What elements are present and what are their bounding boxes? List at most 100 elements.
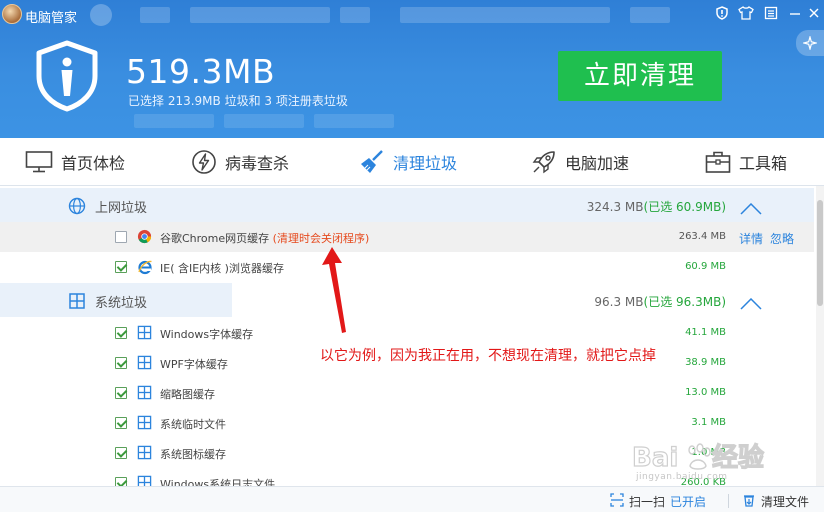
item-actions: 详情 忽略 — [739, 230, 801, 247]
item-checkbox[interactable] — [115, 357, 127, 369]
item-label: IE( 含IE内核 )浏览器缓存 — [160, 262, 284, 275]
chevron-up-icon[interactable] — [740, 200, 762, 219]
monitor-icon — [25, 150, 53, 174]
annotation-text: 以它为例，因为我正在用，不想现在清理，就把它点掉 — [320, 348, 656, 364]
scan-qr-icon — [610, 493, 624, 510]
item-checkbox[interactable] — [115, 447, 127, 459]
blurred-region — [400, 7, 610, 23]
item-warning: (清理时会关闭程序) — [272, 232, 370, 245]
group-selected-size: (已选 60.9MB) — [643, 200, 726, 214]
shield-logo-icon — [33, 40, 101, 116]
list-item-chrome-cache[interactable]: 谷歌Chrome网页缓存 (清理时会关闭程序) 263.4 MB 详情 忽略 — [0, 222, 814, 252]
group-system-junk[interactable]: 系统垃圾 96.3 MB(已选 96.3MB) — [0, 283, 814, 317]
app-title: 电脑管家 — [25, 11, 78, 26]
tab-clean-junk[interactable]: 清理垃圾 — [359, 138, 457, 186]
list-item-system-temp-files[interactable]: 系统临时文件 3.1 MB — [0, 408, 814, 438]
tab-label: 电脑加速 — [565, 154, 630, 173]
item-label: Windows系统日志文件 — [160, 478, 276, 486]
item-size: 263.4 MB — [678, 231, 726, 242]
svg-text:经验: 经验 — [712, 442, 764, 473]
item-size: 60.9 MB — [685, 261, 726, 272]
lightning-shield-icon — [191, 149, 217, 175]
item-checkbox[interactable] — [115, 231, 127, 243]
scan-label: 扫一扫 — [629, 495, 666, 509]
item-checkbox[interactable] — [115, 417, 127, 429]
item-name: 谷歌Chrome网页缓存 — [160, 232, 270, 245]
tab-virus-scan[interactable]: 病毒查杀 — [191, 138, 289, 186]
broom-icon — [359, 149, 385, 175]
tab-pc-speedup[interactable]: 电脑加速 — [531, 138, 629, 186]
item-label: 缩略图缓存 — [160, 388, 215, 401]
item-size: 3.1 MB — [691, 417, 726, 428]
blurred-region — [340, 7, 370, 23]
minimize-icon[interactable] — [786, 6, 804, 24]
blurred-region — [630, 7, 670, 23]
toolbox-icon — [705, 150, 731, 174]
item-size: 41.1 MB — [685, 327, 726, 338]
group-size: 96.3 MB(已选 96.3MB) — [594, 293, 726, 310]
svg-text:Bai: Bai — [632, 443, 678, 473]
group-web-junk[interactable]: 上网垃圾 324.3 MB(已选 60.9MB) — [0, 188, 814, 222]
item-label: 系统临时文件 — [160, 418, 226, 431]
windows-icon — [137, 445, 152, 464]
security-shield-icon[interactable] — [713, 6, 731, 24]
tab-label: 工具箱 — [739, 154, 788, 173]
blurred-region — [140, 7, 170, 23]
globe-icon — [68, 197, 86, 219]
clean-now-button[interactable]: 立即清理 — [558, 51, 722, 101]
scrollbar-thumb[interactable] — [817, 200, 823, 306]
chrome-icon — [137, 229, 152, 248]
item-checkbox[interactable] — [115, 387, 127, 399]
item-label: 谷歌Chrome网页缓存 (清理时会关闭程序) — [160, 230, 369, 246]
clean-file-icon — [742, 493, 756, 510]
item-label: WPF字体缓存 — [160, 358, 228, 371]
header: 电脑管家 519.3MB 已选择 213.9MB 垃圾和 3 项注册表垃圾 立即… — [0, 0, 824, 138]
scan-toggle[interactable]: 扫一扫 已开启 — [610, 493, 706, 510]
user-avatar[interactable] — [2, 4, 22, 24]
group-size: 324.3 MB(已选 60.9MB) — [587, 198, 726, 215]
title-bar: 电脑管家 — [0, 0, 824, 32]
junk-size-value: 519.3MB — [126, 52, 276, 91]
rocket-icon — [531, 149, 557, 175]
blurred-region — [190, 7, 330, 23]
windows-icon — [137, 475, 152, 486]
footer-divider — [728, 494, 729, 508]
sparkle-side-tab[interactable] — [796, 30, 824, 56]
tab-toolbox[interactable]: 工具箱 — [705, 138, 787, 186]
list-item-thumbnail-cache[interactable]: 缩略图缓存 13.0 MB — [0, 378, 814, 408]
blurred-region — [314, 114, 394, 128]
annotation-arrow-icon — [322, 247, 346, 333]
baidu-watermark-logo: Bai 经验 — [632, 441, 765, 473]
windows-icon — [137, 415, 152, 434]
skin-shirt-icon[interactable] — [737, 6, 755, 24]
group-label: 上网垃圾 — [95, 201, 148, 216]
details-link[interactable]: 详情 — [739, 232, 763, 246]
item-checkbox[interactable] — [115, 327, 127, 339]
clean-files-label: 清理文件 — [761, 495, 810, 509]
blurred-region — [134, 114, 214, 128]
clean-files-link[interactable]: 清理文件 — [742, 493, 809, 510]
item-label: 系统图标缓存 — [160, 448, 226, 461]
junk-size-description: 已选择 213.9MB 垃圾和 3 项注册表垃圾 — [128, 94, 348, 108]
list-item-windows-font-cache[interactable]: Windows字体缓存 41.1 MB — [0, 318, 814, 348]
watermark-url: jingyan.baidu.com — [636, 472, 728, 482]
group-total-size: 96.3 MB — [594, 295, 644, 309]
tab-label: 病毒查杀 — [225, 154, 290, 173]
blurred-region — [224, 114, 304, 128]
ie-icon — [137, 259, 153, 279]
list-item-ie-cache[interactable]: IE( 含IE内核 )浏览器缓存 60.9 MB — [0, 252, 814, 282]
tab-home-checkup[interactable]: 首页体检 — [25, 138, 125, 186]
menu-icon[interactable] — [762, 6, 780, 24]
ignore-link[interactable]: 忽略 — [770, 232, 794, 246]
main-nav: 首页体检 病毒查杀 清理垃圾 电脑加速 工具箱 — [0, 138, 824, 186]
scan-status[interactable]: 已开启 — [670, 493, 706, 510]
chevron-up-icon[interactable] — [740, 295, 762, 314]
item-checkbox[interactable] — [115, 261, 127, 273]
vertical-scrollbar[interactable] — [816, 186, 824, 486]
item-size: 13.0 MB — [685, 387, 726, 398]
item-checkbox[interactable] — [115, 477, 127, 486]
close-icon[interactable] — [805, 6, 823, 24]
group-label: 系统垃圾 — [95, 296, 148, 311]
tab-label: 清理垃圾 — [393, 154, 458, 173]
item-label: Windows字体缓存 — [160, 328, 254, 341]
